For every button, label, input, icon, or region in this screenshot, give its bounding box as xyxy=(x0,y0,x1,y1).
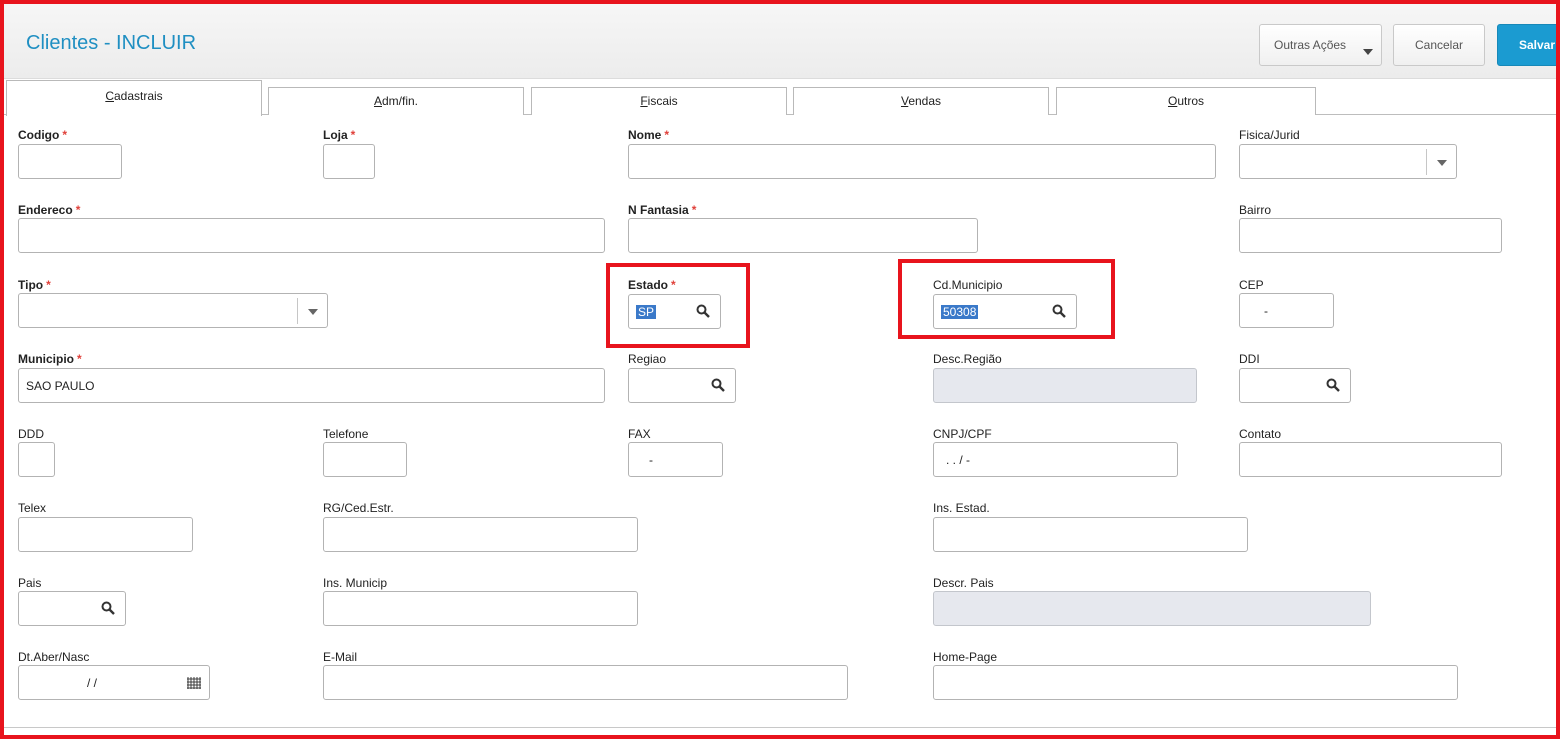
email-field[interactable] xyxy=(323,665,848,700)
cnpj-cpf-field[interactable]: . . / - xyxy=(933,442,1178,477)
ddd-label: DDD xyxy=(18,427,44,441)
fax-field[interactable]: - xyxy=(628,442,723,477)
tab-vendas[interactable]: Vendas xyxy=(793,87,1049,115)
municipio-field[interactable]: SAO PAULO xyxy=(18,368,605,403)
outras-acoes-label: Outras Ações xyxy=(1274,38,1347,52)
cd-municipio-value: 50308 xyxy=(941,304,979,319)
telefone-label: Telefone xyxy=(323,427,369,441)
tab-label: endas xyxy=(908,94,942,108)
descr-pais-label: Descr. Pais xyxy=(933,576,994,590)
cnpj-cpf-mask: . . / - xyxy=(946,452,970,467)
dt-aber-nasc-field[interactable]: / / xyxy=(18,665,210,700)
dt-aber-nasc-label: Dt.Aber/Nasc xyxy=(18,650,90,664)
tab-label: iscais xyxy=(647,94,678,108)
rg-ced-estr-field[interactable] xyxy=(323,517,638,552)
cancel-button[interactable]: Cancelar xyxy=(1393,24,1485,66)
tab-label-mnemonic: F xyxy=(640,94,648,108)
tab-label-mnemonic: O xyxy=(1167,94,1178,108)
contato-label: Contato xyxy=(1239,427,1282,441)
fisica-jurid-select[interactable] xyxy=(1239,144,1457,179)
rg-ced-estr-label: RG/Ced.Estr. xyxy=(323,501,394,515)
bairro-label: Bairro xyxy=(1239,203,1272,217)
tab-bar: Cadastrais Adm/fin. Fiscais Vendas Outro… xyxy=(4,80,1556,116)
estado-field[interactable]: SP xyxy=(628,294,721,329)
outras-acoes-button[interactable]: Outras Ações xyxy=(1259,24,1382,66)
cep-mask: - xyxy=(1264,303,1268,318)
save-button[interactable]: Salvar xyxy=(1497,24,1560,66)
tab-label: adastrais xyxy=(113,89,163,103)
cd-municipio-label: Cd.Municipio xyxy=(933,278,1003,292)
calendar-icon[interactable] xyxy=(187,677,201,689)
tab-fiscais[interactable]: Fiscais xyxy=(531,87,787,115)
tab-label-mnemonic: C xyxy=(105,89,114,103)
tab-label: utros xyxy=(1177,94,1205,108)
ddi-field[interactable] xyxy=(1239,368,1351,403)
tab-label-mnemonic: A xyxy=(373,94,382,108)
cnpj-cpf-label: CNPJ/CPF xyxy=(933,427,992,441)
ins-municip-field[interactable] xyxy=(323,591,638,626)
estado-label: Estado * xyxy=(628,278,676,292)
ins-estad-label: Ins. Estad. xyxy=(933,501,990,515)
bairro-field[interactable] xyxy=(1239,218,1502,253)
ins-municip-label: Ins. Municip xyxy=(323,576,388,590)
desc-regiao-field xyxy=(933,368,1197,403)
tab-adm-fin[interactable]: Adm/fin. xyxy=(268,87,524,115)
n-fantasia-field[interactable] xyxy=(628,218,978,253)
pais-field[interactable] xyxy=(18,591,126,626)
regiao-field[interactable] xyxy=(628,368,736,403)
n-fantasia-label: N Fantasia * xyxy=(628,203,697,217)
pais-label: Pais xyxy=(18,576,42,590)
descr-pais-field xyxy=(933,591,1371,626)
fisica-jurid-label: Fisica/Jurid xyxy=(1239,128,1300,142)
dt-aber-nasc-mask: / / xyxy=(87,675,98,690)
ins-estad-field[interactable] xyxy=(933,517,1248,552)
regiao-label: Regiao xyxy=(628,352,667,366)
ddi-label: DDI xyxy=(1239,352,1260,366)
cep-label: CEP xyxy=(1239,278,1264,292)
search-icon[interactable] xyxy=(101,601,115,615)
loja-label: Loja * xyxy=(323,128,356,142)
contato-field[interactable] xyxy=(1239,442,1502,477)
chevron-down-icon xyxy=(1363,49,1373,55)
tab-cadastrais[interactable]: Cadastrais xyxy=(6,80,262,116)
tab-label: dm/fin. xyxy=(382,94,419,108)
endereco-field[interactable] xyxy=(18,218,605,253)
cep-field[interactable]: - xyxy=(1239,293,1334,328)
nome-field[interactable] xyxy=(628,144,1216,179)
nome-label: Nome * xyxy=(628,128,670,142)
fax-mask: - xyxy=(649,452,653,467)
fax-label: FAX xyxy=(628,427,651,441)
page-title: Clientes - INCLUIR xyxy=(26,32,197,54)
search-icon[interactable] xyxy=(696,304,710,318)
email-label: E-Mail xyxy=(323,650,358,664)
home-page-field[interactable] xyxy=(933,665,1458,700)
codigo-field[interactable] xyxy=(18,144,122,179)
desc-regiao-label: Desc.Região xyxy=(933,352,1002,366)
divider xyxy=(4,727,1556,728)
estado-value: SP xyxy=(636,304,657,319)
page-header: Clientes - INCLUIR Outras Ações Cancelar… xyxy=(4,4,1560,79)
search-icon[interactable] xyxy=(1052,304,1066,318)
chevron-down-icon[interactable] xyxy=(297,298,327,324)
ddd-field[interactable] xyxy=(18,442,55,477)
loja-field[interactable] xyxy=(323,144,375,179)
codigo-label: Codigo * xyxy=(18,128,67,142)
tipo-label: Tipo * xyxy=(18,278,51,292)
tipo-select[interactable] xyxy=(18,293,328,328)
telex-field[interactable] xyxy=(18,517,193,552)
telefone-field[interactable] xyxy=(323,442,407,477)
chevron-down-icon[interactable] xyxy=(1426,149,1456,175)
search-icon[interactable] xyxy=(711,378,725,392)
tab-outros[interactable]: Outros xyxy=(1056,87,1316,115)
home-page-label: Home-Page xyxy=(933,650,998,664)
endereco-label: Endereco * xyxy=(18,203,81,217)
telex-label: Telex xyxy=(18,501,47,515)
cd-municipio-field[interactable]: 50308 xyxy=(933,294,1077,329)
search-icon[interactable] xyxy=(1326,378,1340,392)
municipio-label: Municipio * xyxy=(18,352,82,366)
